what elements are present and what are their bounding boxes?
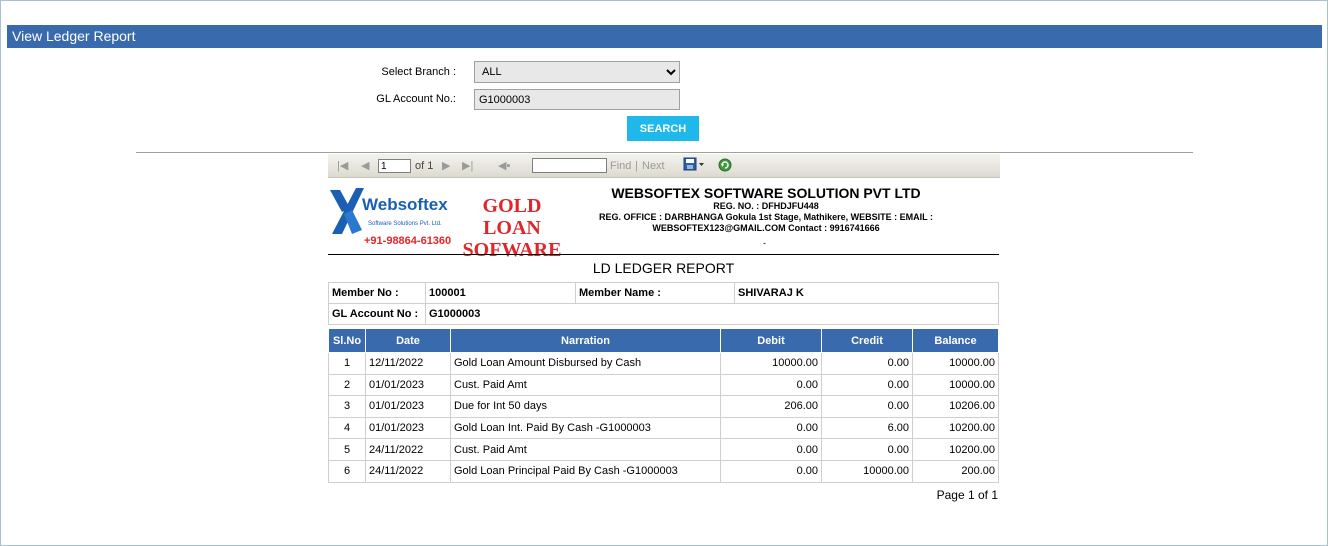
cell-credit: 0.00 bbox=[821, 352, 913, 375]
cell-credit: 0.00 bbox=[821, 395, 913, 418]
table-row: 1 12/11/2022 Gold Loan Amount Disbursed … bbox=[328, 352, 999, 375]
cell-credit: 0.00 bbox=[821, 373, 913, 397]
cell-date: 01/01/2023 bbox=[365, 373, 451, 397]
table-row: 4 01/01/2023 Gold Loan Int. Paid By Cash… bbox=[328, 416, 999, 440]
col-narration: Narration bbox=[450, 328, 721, 353]
cell-date: 24/11/2022 bbox=[365, 459, 451, 483]
page-indicator: Page 1 of 1 bbox=[936, 488, 998, 502]
member-name-label: Member Name : bbox=[575, 282, 735, 304]
col-slno: Sl.No bbox=[328, 328, 366, 353]
refresh-icon[interactable] bbox=[718, 158, 732, 175]
find-link[interactable]: Find bbox=[610, 160, 631, 172]
cell-date: 24/11/2022 bbox=[365, 438, 451, 461]
logo-name: Websoftex bbox=[362, 195, 448, 214]
col-date: Date bbox=[365, 328, 451, 353]
back-icon[interactable]: ◀▪ bbox=[498, 159, 510, 172]
cell-debit: 0.00 bbox=[720, 438, 822, 461]
report-title: LD LEDGER REPORT bbox=[592, 260, 735, 276]
gl-account-label: GL Account No.: bbox=[376, 93, 456, 105]
cell-date: 12/11/2022 bbox=[365, 352, 451, 375]
cell-balance: 10200.00 bbox=[912, 438, 999, 461]
divider bbox=[136, 152, 1193, 153]
member-row: Member No : 100001 Member Name : SHIVARA… bbox=[328, 282, 999, 304]
company-name: WEBSOFTEX SOFTWARE SOLUTION PVT LTD bbox=[611, 185, 921, 201]
cell-narration: Gold Loan Principal Paid By Cash -G10000… bbox=[450, 459, 721, 483]
logo-tagline: Software Solutions Pvt. Ltd. bbox=[368, 221, 442, 227]
search-button[interactable]: SEARCH bbox=[627, 116, 699, 141]
websoftex-logo: Websoftex Software Solutions Pvt. Ltd. +… bbox=[328, 186, 456, 248]
cell-date: 01/01/2023 bbox=[365, 416, 451, 440]
first-page-icon[interactable]: |◀ bbox=[337, 159, 348, 172]
table-row: 3 01/01/2023 Due for Int 50 days 206.00 … bbox=[328, 395, 999, 418]
reg-office: REG. OFFICE : DARBHANGA Gokula 1st Stage… bbox=[598, 212, 934, 233]
page-number-input[interactable] bbox=[378, 159, 411, 173]
product-title: GOLD LOAN SOFWARE bbox=[453, 195, 571, 261]
product-line-1: GOLD LOAN bbox=[482, 195, 542, 239]
product-line-2: SOFWARE bbox=[462, 239, 562, 261]
prev-page-icon[interactable]: ◀ bbox=[361, 159, 369, 172]
col-credit: Credit bbox=[821, 328, 913, 353]
logo-phone: +91-98864-61360 bbox=[364, 235, 451, 247]
cell-debit: 206.00 bbox=[720, 395, 822, 418]
report-rule bbox=[328, 254, 999, 255]
cell-credit: 10000.00 bbox=[821, 459, 913, 483]
last-page-icon[interactable]: ▶| bbox=[462, 159, 473, 172]
gl-account-label-cell: GL Account No : bbox=[328, 303, 426, 325]
col-debit: Debit bbox=[720, 328, 822, 353]
cell-balance: 10000.00 bbox=[912, 352, 999, 375]
col-balance: Balance bbox=[912, 328, 999, 353]
table-row: 6 24/11/2022 Gold Loan Principal Paid By… bbox=[328, 459, 999, 483]
cell-narration: Cust. Paid Amt bbox=[450, 438, 721, 461]
member-name-value: SHIVARAJ K bbox=[734, 282, 999, 304]
gl-account-input[interactable] bbox=[474, 89, 680, 110]
cell-slno: 6 bbox=[328, 459, 366, 483]
cell-slno: 4 bbox=[328, 416, 366, 440]
find-input[interactable] bbox=[532, 158, 607, 173]
cell-debit: 0.00 bbox=[720, 416, 822, 440]
ledger-header-row: Sl.No Date Narration Debit Credit Balanc… bbox=[328, 328, 999, 353]
cell-slno: 5 bbox=[328, 438, 366, 461]
cell-narration: Gold Loan Int. Paid By Cash -G1000003 bbox=[450, 416, 721, 440]
cell-debit: 0.00 bbox=[720, 459, 822, 483]
branch-label: Select Branch : bbox=[381, 66, 456, 78]
cell-balance: 10200.00 bbox=[912, 416, 999, 440]
member-no-label: Member No : bbox=[328, 282, 426, 304]
cell-debit: 0.00 bbox=[720, 373, 822, 397]
cell-narration: Gold Loan Amount Disbursed by Cash bbox=[450, 352, 721, 375]
gl-account-value-cell: G1000003 bbox=[425, 303, 999, 325]
reg-number: REG. NO. : DFHDJFU448 bbox=[713, 201, 819, 211]
cell-credit: 6.00 bbox=[821, 416, 913, 440]
next-link[interactable]: Next bbox=[642, 160, 665, 172]
member-no-value: 100001 bbox=[425, 282, 576, 304]
page-title: View Ledger Report bbox=[7, 25, 1322, 48]
cell-slno: 2 bbox=[328, 373, 366, 397]
cell-date: 01/01/2023 bbox=[365, 395, 451, 418]
page-count: of 1 bbox=[415, 160, 434, 172]
member-info-table: Member No : 100001 Member Name : SHIVARA… bbox=[328, 282, 999, 325]
branch-select[interactable]: ALL bbox=[474, 61, 680, 83]
next-page-icon[interactable]: ▶ bbox=[442, 159, 450, 172]
cell-balance: 200.00 bbox=[912, 459, 999, 483]
table-row: 5 24/11/2022 Cust. Paid Amt 0.00 0.00 10… bbox=[328, 438, 999, 461]
cell-narration: Due for Int 50 days bbox=[450, 395, 721, 418]
gl-row: GL Account No : G1000003 bbox=[328, 303, 999, 325]
cell-slno: 1 bbox=[328, 352, 366, 375]
cell-balance: 10206.00 bbox=[912, 395, 999, 418]
toolbar-separator: | bbox=[635, 160, 638, 172]
export-icon[interactable] bbox=[683, 157, 705, 174]
cell-narration: Cust. Paid Amt bbox=[450, 373, 721, 397]
table-row: 2 01/01/2023 Cust. Paid Amt 0.00 0.00 10… bbox=[328, 373, 999, 397]
cell-debit: 10000.00 bbox=[720, 352, 822, 375]
cell-balance: 10000.00 bbox=[912, 373, 999, 397]
cell-credit: 0.00 bbox=[821, 438, 913, 461]
ledger-table: Sl.No Date Narration Debit Credit Balanc… bbox=[328, 328, 999, 483]
cell-slno: 3 bbox=[328, 395, 366, 418]
header-dash: - bbox=[763, 238, 766, 248]
